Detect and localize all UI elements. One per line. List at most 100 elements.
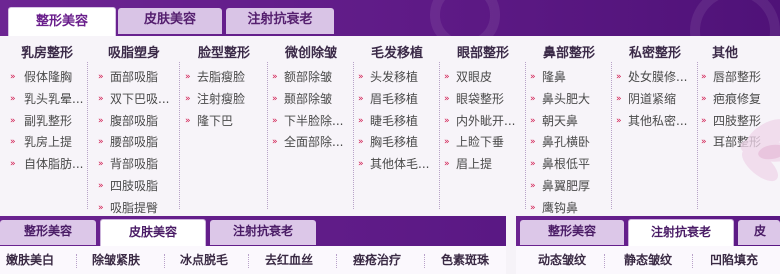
list-item[interactable]: » 颞部除皱 (268, 89, 354, 111)
list-item[interactable]: » 眉上提 (440, 154, 526, 176)
list-item[interactable]: » 处女膜修... (612, 67, 698, 89)
tab-skin-care[interactable]: 皮 (738, 220, 780, 245)
column-title[interactable]: 其他 (698, 42, 780, 61)
list-item[interactable]: » 下半脸除... (268, 111, 354, 133)
list-item[interactable]: » 鼻头肥大 (526, 89, 612, 111)
top-tab-bar: 整形美容 皮肤美容 注射抗衰老 (0, 0, 780, 36)
double-chevron-icon: » (272, 72, 278, 82)
double-chevron-icon: » (701, 115, 707, 126)
list-item[interactable]: » 双眼皮 (440, 67, 526, 89)
list-item[interactable]: 痤疮治疗 (344, 246, 410, 274)
double-chevron-icon: » (272, 137, 278, 148)
item-divider (424, 254, 425, 268)
list-item[interactable]: » 腹部吸脂 (88, 111, 180, 133)
column-title[interactable]: 毛发移植 (354, 42, 440, 61)
item-divider (336, 254, 337, 268)
item-divider (164, 254, 165, 268)
list-item[interactable]: » 四肢整形 (698, 111, 780, 133)
list-item[interactable]: » 背部吸脂 (88, 154, 180, 176)
list-item[interactable]: » 副乳整形 (0, 111, 88, 133)
double-chevron-icon: » (530, 93, 536, 104)
double-chevron-icon: » (98, 115, 104, 126)
list-item[interactable]: » 睫毛移植 (354, 111, 440, 133)
list-item[interactable]: » 隆下巴 (180, 111, 268, 133)
column-title[interactable]: 吸脂塑身 (88, 42, 180, 61)
list-item[interactable]: » 眉毛移植 (354, 89, 440, 111)
list-item[interactable]: » 阴道紧缩 (612, 89, 698, 111)
tab-anti-aging-injection[interactable]: 注射抗衰老 (628, 219, 734, 246)
list-item[interactable]: » 四肢吸脂 (88, 176, 180, 198)
list-item[interactable]: » 鼻孔横卧 (526, 132, 612, 154)
column-title[interactable]: 脸型整形 (180, 42, 268, 61)
double-chevron-icon: » (10, 159, 16, 170)
item-divider (604, 254, 605, 268)
double-chevron-icon: » (358, 72, 364, 82)
double-chevron-icon: » (10, 72, 16, 82)
double-chevron-icon: » (530, 115, 536, 126)
list-item[interactable]: » 内外眦开... (440, 111, 526, 133)
decorative-pattern (430, 0, 500, 36)
column-title[interactable]: 微创除皱 (268, 42, 354, 61)
list-item[interactable]: » 乳头乳晕... (0, 89, 88, 111)
tab-anti-aging-injection[interactable]: 注射抗衰老 (210, 220, 316, 245)
column-title[interactable]: 乳房整形 (0, 42, 88, 61)
tab-skin-care[interactable]: 皮肤美容 (118, 8, 222, 34)
list-item[interactable]: » 腰部吸脂 (88, 132, 180, 154)
tab-cosmetic-surgery[interactable]: 整形美容 (0, 220, 96, 245)
double-chevron-icon: » (616, 93, 622, 104)
list-item[interactable]: » 隆鼻 (526, 67, 612, 89)
list-item[interactable]: 静态皱纹 (616, 246, 680, 274)
list-item[interactable]: » 其他私密... (612, 111, 698, 133)
list-item[interactable]: 色素斑珠 (432, 246, 498, 274)
list-item[interactable]: » 注射瘦脸 (180, 89, 268, 111)
item-divider (76, 254, 77, 268)
list-item[interactable]: 去红血丝 (256, 246, 322, 274)
double-chevron-icon: » (10, 137, 16, 148)
list-item[interactable]: 动态皱纹 (530, 246, 594, 274)
anti-aging-items: 动态皱纹 静态皱纹 凹陷填充 (516, 246, 780, 274)
tab-skin-care[interactable]: 皮肤美容 (100, 219, 206, 246)
list-item[interactable]: » 唇部整形 (698, 67, 780, 89)
list-item[interactable]: » 假体隆胸 (0, 67, 88, 89)
tab-cosmetic-surgery[interactable]: 整形美容 (8, 7, 116, 36)
category-columns: 乳房整形 » 假体隆胸 » 乳头乳晕... » 副乳整形 » 乳房上提 » 自体脂肪...… (0, 36, 780, 215)
list-item[interactable]: 冰点脱毛 (172, 246, 236, 274)
list-item[interactable]: » 去脂瘦脸 (180, 67, 268, 89)
list-item[interactable]: » 额部除皱 (268, 67, 354, 89)
list-item[interactable]: » 其他体毛... (354, 154, 440, 176)
list-item[interactable]: » 鼻根低平 (526, 154, 612, 176)
double-chevron-icon: » (616, 72, 622, 82)
double-chevron-icon: » (616, 115, 622, 126)
double-chevron-icon: » (701, 72, 707, 82)
list-item[interactable]: 嫩肤美白 (0, 246, 60, 274)
list-item[interactable]: 凹陷填充 (702, 246, 766, 274)
tab-anti-aging-injection[interactable]: 注射抗衰老 (226, 8, 334, 34)
list-item[interactable]: » 胸毛移植 (354, 132, 440, 154)
decorative-pattern (690, 0, 780, 36)
list-item[interactable]: » 自体脂肪... (0, 154, 88, 176)
list-item[interactable]: » 面部吸脂 (88, 67, 180, 89)
list-item[interactable]: » 朝天鼻 (526, 111, 612, 133)
column-title[interactable]: 鼻部整形 (526, 42, 612, 61)
list-item[interactable]: » 双下巴吸... (88, 89, 180, 111)
double-chevron-icon: » (358, 93, 364, 104)
double-chevron-icon: » (272, 93, 278, 104)
column-title[interactable]: 私密整形 (612, 42, 698, 61)
double-chevron-icon: » (98, 180, 104, 191)
category-column: 私密整形 » 处女膜修... » 阴道紧缩 » 其他私密... (612, 36, 698, 215)
double-chevron-icon: » (98, 93, 104, 104)
list-item[interactable]: 除皱紧肤 (84, 246, 148, 274)
list-item[interactable]: » 耳部整形 (698, 132, 780, 154)
list-item[interactable]: » 全面部除... (268, 132, 354, 154)
double-chevron-icon: » (185, 115, 191, 126)
list-item[interactable]: » 头发移植 (354, 67, 440, 89)
column-title[interactable]: 眼部整形 (440, 42, 526, 61)
list-item[interactable]: » 疤痕修复 (698, 89, 780, 111)
list-item[interactable]: » 上睑下垂 (440, 132, 526, 154)
tab-cosmetic-surgery[interactable]: 整形美容 (520, 220, 624, 245)
list-item[interactable]: » 乳房上提 (0, 132, 88, 154)
list-item[interactable]: » 鼻翼肥厚 (526, 176, 612, 198)
list-item[interactable]: » 眼袋整形 (440, 89, 526, 111)
double-chevron-icon: » (98, 72, 104, 82)
category-column: 毛发移植 » 头发移植 » 眉毛移植 » 睫毛移植 » 胸毛移植 » 其他体毛... (354, 36, 440, 215)
